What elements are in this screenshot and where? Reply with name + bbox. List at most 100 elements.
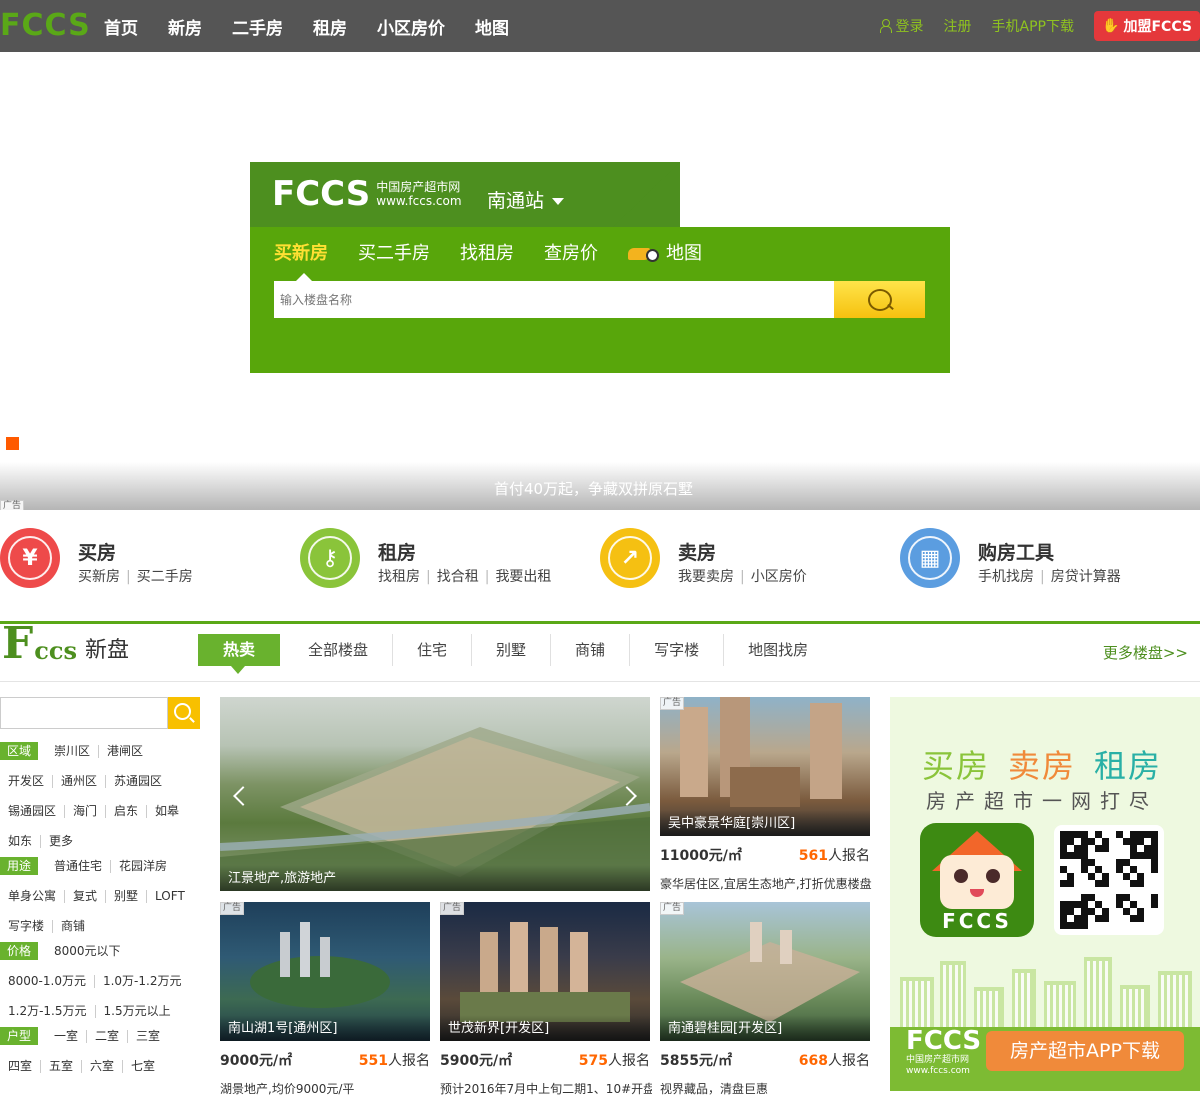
slide-indicator[interactable] [6,437,19,450]
search-button[interactable] [834,281,925,318]
filter-option[interactable]: 如皋 [147,804,187,818]
filter-option[interactable]: 三室 [128,1029,168,1043]
filter-option[interactable]: 海门 [65,804,107,818]
link-sell[interactable]: 我要卖房 [678,569,734,585]
filter-option[interactable]: 商铺 [53,919,93,933]
sell-house-icon[interactable]: ↗ [600,528,660,588]
app-download-ad[interactable]: 买房 卖房 租房 房产超市一网打尽 FCCS FCCS 中国房产超市网 www.fc… [890,697,1200,1091]
yen-house-icon[interactable]: ¥ [0,528,60,588]
tab-check-price[interactable]: 查房价 [544,239,598,265]
filter-option[interactable]: 别墅 [106,889,148,903]
nav-community-price[interactable]: 小区房价 [377,14,445,39]
service-title[interactable]: 租房 [378,538,416,565]
listing-desc: 豪华居住区,宜居生态地产,打折优惠楼盘 [660,877,872,891]
app-download-button[interactable]: 房产超市APP下载 [986,1031,1184,1071]
filter-option[interactable]: 六室 [82,1059,124,1073]
link-share-rent[interactable]: 找合租 [437,569,479,585]
listing-desc: 预计2016年7月中上旬二期1、10#开盘 [440,1082,652,1096]
filter-option[interactable]: 四室 [0,1059,42,1073]
join-button[interactable]: ✋ 加盟FCCS [1094,11,1200,41]
filter-option[interactable]: 单身公寓 [0,889,66,903]
nav-new-house[interactable]: 新房 [168,14,202,39]
listing-photo[interactable]: 广告 吴中豪景华庭[崇川区] [660,697,870,836]
listing-photo[interactable]: 广告 南通碧桂园[开发区] [660,902,870,1041]
hero-caption[interactable]: 首付40万起，争藏双拼原石墅 [0,478,1187,499]
tab-buy-second[interactable]: 买二手房 [358,239,430,265]
filter-option[interactable]: 一室 [46,1029,88,1043]
ad-label: 广告 [220,902,245,915]
filter-option[interactable]: 8000元以下 [46,944,129,958]
hero-banner: FCCS 中国房产超市网 www.fccs.com 南通站 买新房 买二手房 找租… [0,52,1200,513]
listing-signups[interactable]: 575人报名 [550,1050,650,1070]
tab-buy-new[interactable]: 买新房 [274,239,328,265]
tab-hot[interactable]: 热卖 [198,634,280,674]
link-mobile-search[interactable]: 手机找房 [978,569,1034,585]
link-find-rent[interactable]: 找租房 [378,569,420,585]
filter-option[interactable]: 1.0万-1.2万元 [95,974,190,988]
nav-home[interactable]: 首页 [104,14,138,39]
register-link[interactable]: 注册 [944,16,972,36]
listing-signups[interactable]: 551人报名 [330,1050,430,1070]
app-download-link[interactable]: 手机APP下载 [992,16,1074,36]
nav-second-hand[interactable]: 二手房 [232,14,283,39]
key-house-icon[interactable]: ⚷ [300,528,360,588]
filter-option[interactable]: 更多 [41,834,81,848]
filter-option[interactable]: 如东 [0,834,42,848]
tab-map-search[interactable]: 地图找房 [724,634,832,666]
city-selector[interactable]: 南通站 [487,186,565,213]
filter-option[interactable]: 五室 [41,1059,83,1073]
filter-row: 价格 8000元以下 [0,941,129,961]
filter-option[interactable]: 七室 [123,1059,163,1073]
filter-option[interactable]: 开发区 [0,774,54,788]
tab-office[interactable]: 写字楼 [630,634,725,666]
tab-residential[interactable]: 住宅 [393,634,473,666]
filter-option[interactable]: 普通住宅 [46,859,112,873]
top-right-links: 登录 注册 手机APP下载 ✋ 加盟FCCS [879,0,1200,52]
tab-map[interactable]: 地图 [628,239,732,265]
link-community-price[interactable]: 小区房价 [751,569,807,585]
filter-option[interactable]: 复式 [65,889,107,903]
filter-option[interactable]: 通州区 [53,774,107,788]
link-buy-new[interactable]: 买新房 [78,569,120,585]
filter-option[interactable]: 锡通园区 [0,804,66,818]
listing-signups[interactable]: 561人报名 [770,845,870,865]
listing-photo[interactable]: 广告 世茂新界[开发区] [440,902,650,1041]
service-title[interactable]: 卖房 [678,538,716,565]
login-link[interactable]: 登录 [879,16,924,36]
filter-option[interactable]: 崇川区 [46,744,100,758]
filter-search-button[interactable] [168,697,200,729]
filter-option[interactable]: 写字楼 [0,919,54,933]
filter-option[interactable]: 苏通园区 [106,774,170,788]
link-loan-calculator[interactable]: 房贷计算器 [1051,569,1121,585]
search-input[interactable] [274,281,834,318]
listing-photo[interactable]: 广告 南山湖1号[通州区] [220,902,430,1041]
filter-option[interactable]: 1.2万-1.5万元 [0,1004,96,1018]
filter-option[interactable]: 花园洋房 [111,859,175,873]
site-logo[interactable]: FCCS [0,8,91,43]
tab-villa[interactable]: 别墅 [472,634,552,666]
nav-rent[interactable]: 租房 [313,14,347,39]
nav-map[interactable]: 地图 [475,14,509,39]
link-buy-second[interactable]: 买二手房 [137,569,193,585]
filter-option[interactable]: 二室 [87,1029,129,1043]
service-title[interactable]: 购房工具 [978,538,1054,565]
filter-option[interactable]: 8000-1.0万元 [0,974,95,988]
filter-option[interactable]: 港闸区 [99,744,151,758]
ad-label: 广告 [440,902,465,915]
filter-search-input[interactable] [0,697,168,729]
listing-name: 吴中豪景华庭[崇川区] [660,810,870,836]
filter-row: 锡通园区 海门 启东 如皋 [0,801,187,821]
filter-label: 用途 [0,857,38,875]
service-title[interactable]: 买房 [78,538,116,565]
featured-listing-photo[interactable]: 江景地产,旅游地产 [220,697,650,891]
tab-shop[interactable]: 商铺 [551,634,631,666]
filter-option[interactable]: LOFT [147,889,193,903]
filter-option[interactable]: 启东 [106,804,148,818]
link-let-out[interactable]: 我要出租 [495,569,551,585]
calculator-icon[interactable]: ▦ [900,528,960,588]
filter-option[interactable]: 1.5万元以上 [96,1004,179,1018]
tab-all[interactable]: 全部楼盘 [284,634,394,666]
tab-find-rent[interactable]: 找租房 [460,239,514,265]
listing-signups[interactable]: 668人报名 [770,1050,870,1070]
more-listings-link[interactable]: 更多楼盘>> [1103,642,1188,663]
